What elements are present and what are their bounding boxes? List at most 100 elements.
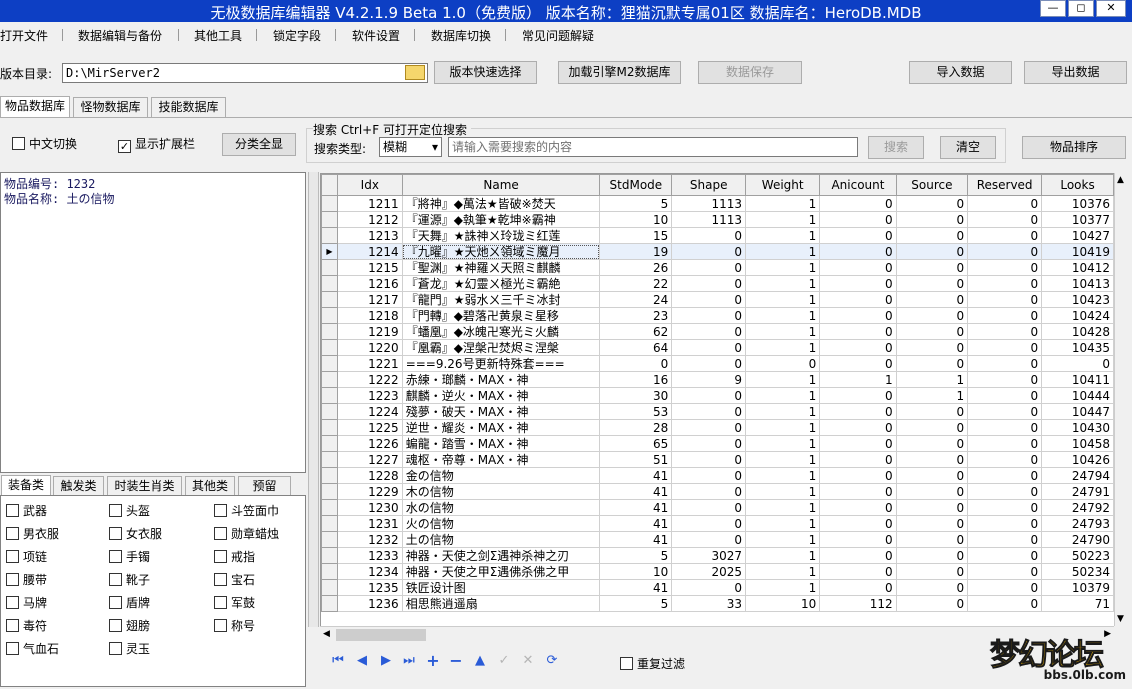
table-cell[interactable]: 1220 <box>336 339 403 356</box>
table-cell[interactable]: 1228 <box>336 467 403 484</box>
table-cell[interactable]: 0 <box>671 419 747 436</box>
last-icon[interactable]: ⏭ <box>399 652 419 670</box>
table-cell[interactable]: 1234 <box>336 563 403 580</box>
category-checkbox[interactable]: 武器 <box>6 503 47 519</box>
table-cell[interactable]: 0 <box>671 243 747 260</box>
table-cell[interactable]: 10424 <box>1041 307 1114 324</box>
category-checkbox[interactable]: 宝石 <box>214 572 255 588</box>
table-cell[interactable]: 0 <box>671 531 747 548</box>
tab-trigger[interactable]: 触发类 <box>53 476 104 496</box>
table-cell[interactable]: 0 <box>1041 355 1114 372</box>
table-cell[interactable]: 1 <box>745 387 821 404</box>
table-cell[interactable]: ===9.26号更新特殊套=== <box>401 355 601 372</box>
table-cell[interactable]: 0 <box>819 515 897 532</box>
table-cell[interactable]: 1214 <box>336 243 403 260</box>
folder-icon[interactable] <box>405 65 425 80</box>
table-cell[interactable]: 1 <box>745 259 821 276</box>
category-checkbox[interactable]: 称号 <box>214 618 255 634</box>
table-cell[interactable]: 33 <box>671 595 747 612</box>
table-cell[interactable]: 0 <box>671 291 747 308</box>
table-cell[interactable]: 71 <box>1041 595 1114 612</box>
table-cell[interactable]: 10428 <box>1041 323 1114 340</box>
table-cell[interactable]: 10430 <box>1041 419 1114 436</box>
table-cell[interactable]: 0 <box>819 403 897 420</box>
table-cell[interactable]: 5 <box>599 547 673 564</box>
table-cell[interactable]: 41 <box>599 483 673 500</box>
table-cell[interactable]: 0 <box>671 259 747 276</box>
row-indicator[interactable] <box>321 435 338 452</box>
table-cell[interactable]: 1217 <box>336 291 403 308</box>
table-cell[interactable]: 0 <box>967 531 1043 548</box>
table-cell[interactable]: 0 <box>895 547 969 564</box>
insert-icon[interactable]: + <box>423 652 443 670</box>
table-cell[interactable]: 0 <box>745 355 821 372</box>
table-cell[interactable]: 0 <box>599 355 673 372</box>
first-icon[interactable]: ⏮ <box>328 652 348 670</box>
table-cell[interactable]: 41 <box>599 579 673 596</box>
row-indicator[interactable] <box>321 259 338 276</box>
table-cell[interactable]: 1 <box>745 547 821 564</box>
table-cell[interactable]: 1218 <box>336 307 403 324</box>
table-cell[interactable]: 『將神』◆萬法★皆破※焚天 <box>401 195 601 212</box>
table-cell[interactable]: 0 <box>819 195 897 212</box>
export-data-button[interactable]: 导出数据 <box>1024 61 1127 84</box>
table-cell[interactable]: 0 <box>895 227 969 244</box>
quick-select-button[interactable]: 版本快速选择 <box>434 61 537 84</box>
chinese-switch-checkbox[interactable]: 中文切换 <box>12 136 77 152</box>
table-cell[interactable]: 0 <box>671 499 747 516</box>
table-cell[interactable]: 相思熊逍遥扇 <box>401 595 601 612</box>
table-cell[interactable]: 5 <box>599 195 673 212</box>
row-indicator[interactable] <box>321 291 338 308</box>
tab-equipment[interactable]: 装备类 <box>1 475 51 496</box>
table-cell[interactable]: 0 <box>819 467 897 484</box>
table-cell[interactable]: 0 <box>967 259 1043 276</box>
table-row[interactable]: 1213 『天舞』★誅神ㄨ玲珑ミ红莲 15 0 1 0 0 0 10427 <box>321 227 1114 244</box>
next-icon[interactable]: ▶ <box>376 652 396 670</box>
table-row[interactable]: 1220 『凰霸』◆涅槃卍焚烬ミ涅槃 64 0 1 0 0 0 10435 <box>321 339 1114 356</box>
table-cell[interactable]: 土の信物 <box>401 531 601 548</box>
table-cell[interactable]: 9 <box>671 371 747 388</box>
tab-fashion[interactable]: 时装生肖类 <box>107 476 182 496</box>
menu-other-tools[interactable]: 其他工具 <box>194 27 242 44</box>
table-cell[interactable]: 10444 <box>1041 387 1114 404</box>
table-cell[interactable]: 1 <box>745 403 821 420</box>
column-header[interactable]: Weight <box>745 174 821 196</box>
table-cell[interactable]: 0 <box>967 355 1043 372</box>
load-m2-button[interactable]: 加载引擎M2数据库 <box>558 61 681 84</box>
scroll-up-icon[interactable]: ▲ <box>1117 175 1124 185</box>
row-indicator[interactable] <box>321 195 338 212</box>
table-cell[interactable]: 1 <box>745 499 821 516</box>
table-cell[interactable]: 41 <box>599 467 673 484</box>
table-cell[interactable]: 火の信物 <box>401 515 601 532</box>
table-cell[interactable]: 10377 <box>1041 211 1114 228</box>
table-cell[interactable]: 蝙龍・踏雪・MAX・神 <box>401 435 601 452</box>
table-cell[interactable]: 0 <box>895 355 969 372</box>
table-cell[interactable]: 0 <box>967 323 1043 340</box>
table-cell[interactable]: 30 <box>599 387 673 404</box>
category-checkbox[interactable]: 腰带 <box>6 572 47 588</box>
table-row[interactable]: 1211 『將神』◆萬法★皆破※焚天 5 1113 1 0 0 0 10376 <box>321 195 1114 212</box>
table-cell[interactable]: 112 <box>819 595 897 612</box>
table-row[interactable]: 1231 火の信物 41 0 1 0 0 0 24793 <box>321 515 1114 532</box>
table-cell[interactable]: 0 <box>967 563 1043 580</box>
table-cell[interactable]: 1 <box>745 483 821 500</box>
table-cell[interactable]: 1221 <box>336 355 403 372</box>
table-row[interactable]: 1224 殘夢・破天・MAX・神 53 0 1 0 0 0 10447 <box>321 403 1114 420</box>
table-cell[interactable]: 0 <box>819 419 897 436</box>
table-cell[interactable]: 24792 <box>1041 499 1114 516</box>
row-indicator[interactable] <box>321 275 338 292</box>
table-cell[interactable]: 41 <box>599 499 673 516</box>
table-cell[interactable]: 1235 <box>336 579 403 596</box>
row-indicator[interactable] <box>321 339 338 356</box>
table-cell[interactable]: 1233 <box>336 547 403 564</box>
minimize-button[interactable]: — <box>1040 0 1066 17</box>
table-cell[interactable]: 1211 <box>336 195 403 212</box>
menu-software-settings[interactable]: 软件设置 <box>352 27 400 44</box>
table-cell[interactable]: 10412 <box>1041 259 1114 276</box>
table-cell[interactable]: 0 <box>671 355 747 372</box>
table-row[interactable]: 1215 『聖渊』★神羅ㄨ天照ミ麒麟 26 0 1 0 0 0 10412 <box>321 259 1114 276</box>
table-cell[interactable]: 1 <box>745 195 821 212</box>
column-header[interactable]: Looks <box>1041 174 1114 196</box>
column-header[interactable]: Idx <box>336 174 403 196</box>
table-cell[interactable]: 0 <box>819 579 897 596</box>
